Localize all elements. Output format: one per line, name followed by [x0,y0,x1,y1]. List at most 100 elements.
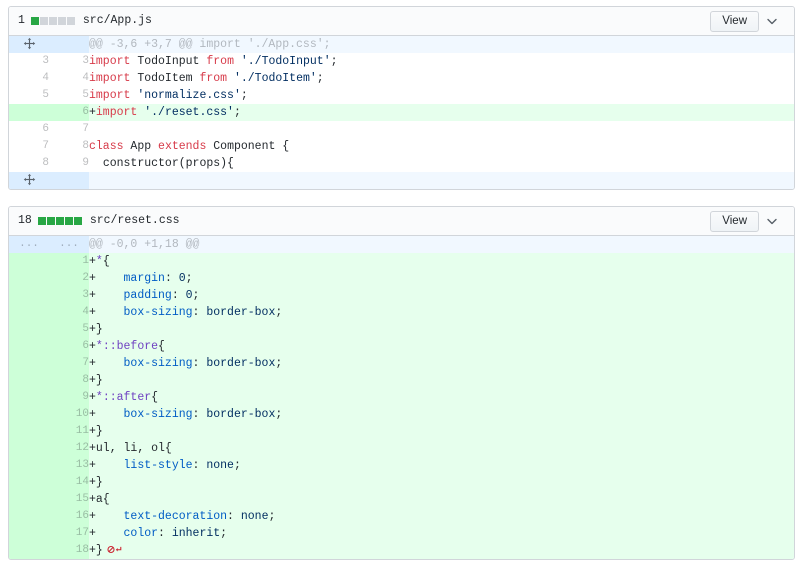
diff-line-code[interactable]: +} [89,321,794,338]
diff-row-added: 8 +} [9,372,794,389]
unfold-icon[interactable] [23,173,36,186]
file-diff-card: 18 src/reset.css View ... ... @@ -0,0 +1… [8,206,795,560]
diff-row-context: 6 7 [9,121,794,138]
line-number-old [9,355,49,372]
line-number-old [9,491,49,508]
diffstat-block [55,217,64,225]
view-button[interactable]: View [710,10,759,32]
diff-line-code[interactable]: import 'normalize.css'; [89,87,794,104]
diff-line-code[interactable]: +ul, li, ol{ [89,440,794,457]
line-number-new: 4 [49,304,89,321]
diff-row-added: 5 +} [9,321,794,338]
hunk-gutter-new: ... [49,236,89,253]
chevron-down-icon[interactable] [759,211,785,231]
diff-row-added: 9 +*::after{ [9,389,794,406]
diff-row-added: 1 +*{ [9,253,794,270]
diff-line-code[interactable]: +} [89,474,794,491]
diff-line-code[interactable]: +*::after{ [89,389,794,406]
line-number-new: 5 [49,87,89,104]
hunk-gutter-old: ... [9,236,49,253]
diff-line-code[interactable]: import TodoInput from './TodoInput'; [89,53,794,70]
line-number-new: 2 [49,270,89,287]
diff-line-code[interactable]: +*{ [89,253,794,270]
hunk-header-row: @@ -3,6 +3,7 @@ import './App.css'; [9,36,794,53]
file-path[interactable]: src/reset.css [90,213,710,229]
hunk-header-text: @@ -0,0 +1,18 @@ [89,236,794,253]
diff-line-code[interactable]: + padding: 0; [89,287,794,304]
line-number-old: 5 [9,87,49,104]
line-number-new: 11 [49,423,89,440]
diff-row-added: 2 + margin: 0; [9,270,794,287]
unfold-icon[interactable] [23,37,36,50]
line-number-new: 9 [49,389,89,406]
file-actions: View [710,210,785,232]
line-number-old: 8 [9,155,49,172]
diffstat-block [57,17,66,25]
diff-row-added: 16 + text-decoration: none; [9,508,794,525]
line-number-new: 15 [49,491,89,508]
line-number-old [9,104,49,121]
line-number-new: 8 [49,138,89,155]
diff-line-code[interactable]: import TodoItem from './TodoItem'; [89,70,794,87]
file-path[interactable]: src/App.js [83,13,710,29]
line-number-old: 7 [9,138,49,155]
diff-line-code[interactable]: + text-decoration: none; [89,508,794,525]
diffstat-bar [37,217,82,225]
diff-line-code[interactable]: + margin: 0; [89,270,794,287]
line-number-old [9,406,49,423]
diff-line-code[interactable]: constructor(props){ [89,155,794,172]
line-number-old [9,287,49,304]
diff-line-code[interactable]: +import './reset.css'; [89,104,794,121]
diff-line-code[interactable]: + list-style: none; [89,457,794,474]
diff-row-added: 15 +a{ [9,491,794,508]
line-number-old: 4 [9,70,49,87]
diff-row-context: 3 3 import TodoInput from './TodoInput'; [9,53,794,70]
diffstat-block [30,17,39,25]
diff-row-added: 7 + box-sizing: border-box; [9,355,794,372]
diff-line-code[interactable]: + box-sizing: border-box; [89,304,794,321]
line-number-old [9,440,49,457]
view-button[interactable]: View [710,210,759,232]
diff-page: 1 src/App.js View @@ -3,6 +3,7 @@ import… [0,0,803,586]
diff-line-code[interactable]: + box-sizing: border-box; [89,355,794,372]
diff-row-context: 5 5 import 'normalize.css'; [9,87,794,104]
line-number-new: 6 [49,338,89,355]
diff-line-code[interactable] [89,121,794,138]
diff-row-added: 14 +} [9,474,794,491]
diff-expander-row [9,172,794,189]
diff-line-code[interactable]: +*::before{ [89,338,794,355]
diffstat-block [46,217,55,225]
diff-row-added: 17 + color: inherit; [9,525,794,542]
hunk-expand-cell[interactable] [9,172,49,189]
diff-line-code[interactable]: + color: inherit; [89,525,794,542]
diff-row-context: 4 4 import TodoItem from './TodoItem'; [9,70,794,87]
hunk-header-row: ... ... @@ -0,0 +1,18 @@ [9,236,794,253]
diff-line-code[interactable]: + box-sizing: border-box; [89,406,794,423]
chevron-down-icon[interactable] [759,11,785,31]
line-number-old [9,508,49,525]
diffstat-block [48,17,57,25]
line-number-new: 9 [49,155,89,172]
diff-row-context: 7 8 class App extends Component { [9,138,794,155]
diff-row-added: 11 +} [9,423,794,440]
line-number-new: 3 [49,287,89,304]
hunk-expand-cell[interactable] [9,36,49,53]
expander-empty-code [89,172,794,189]
line-number-new: 13 [49,457,89,474]
diff-line-code[interactable]: +} [89,423,794,440]
diff-row-added: 6 +*::before{ [9,338,794,355]
line-number-new: 5 [49,321,89,338]
diff-row-added: 4 + box-sizing: border-box; [9,304,794,321]
diff-line-code[interactable]: +} [89,372,794,389]
diff-line-code[interactable]: +} [89,542,794,559]
line-number-old: 6 [9,121,49,138]
hunk-blank-cell [49,36,89,53]
diff-line-code[interactable]: class App extends Component { [89,138,794,155]
diff-row-added: 18 +} [9,542,794,559]
line-number-new: 18 [49,542,89,559]
no-newline-at-eof-icon [107,544,123,555]
diff-line-code[interactable]: +a{ [89,491,794,508]
line-number-old [9,474,49,491]
diffstat-block [66,17,75,25]
line-number-new: 3 [49,53,89,70]
